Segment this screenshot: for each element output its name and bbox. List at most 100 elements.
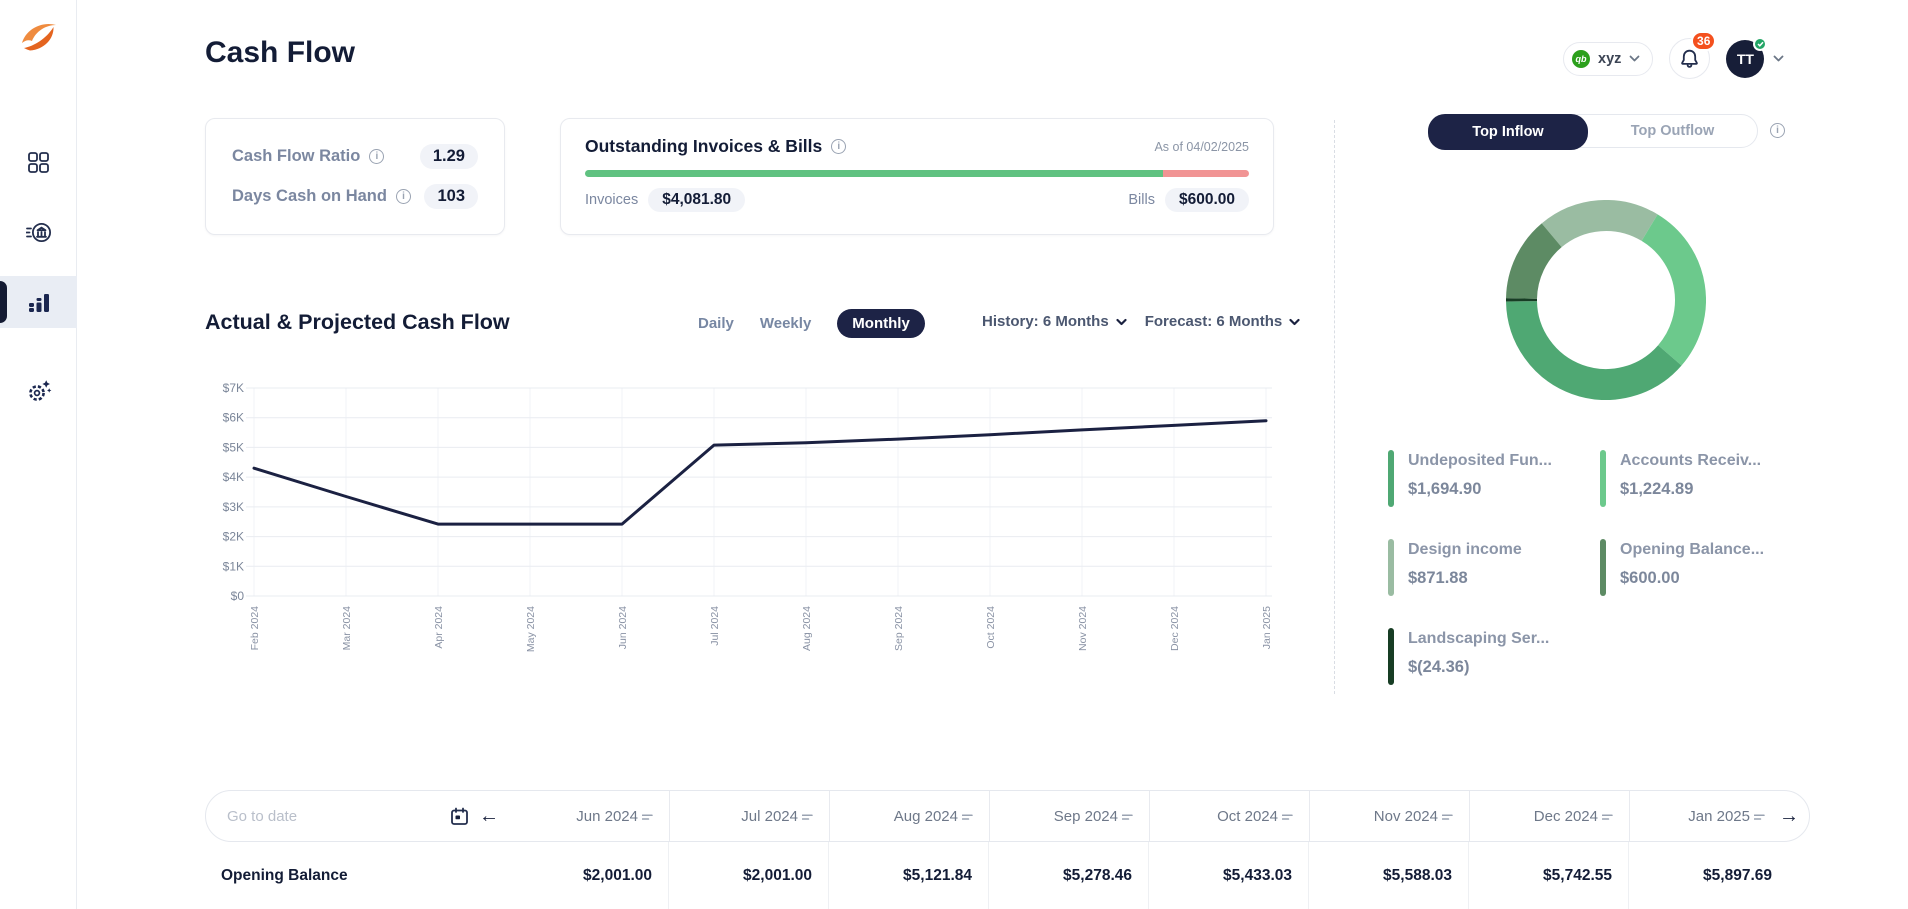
info-icon[interactable] (1770, 123, 1785, 138)
x-axis-tick: Oct 2024 (985, 606, 997, 649)
y-axis-tick: $2K (223, 530, 244, 544)
table-cell: $5,588.03 (1308, 842, 1468, 909)
bills-group: Bills $600.00 (1128, 188, 1249, 212)
table-cell: $5,897.69 (1628, 842, 1810, 909)
user-menu[interactable]: TT (1726, 40, 1784, 78)
tab-monthly[interactable]: Monthly (837, 309, 925, 338)
arrow-left-icon: ← (479, 806, 499, 826)
y-axis-tick: $1K (223, 559, 244, 573)
column-header-label: Jun 2024 (576, 808, 638, 825)
table-cell: $2,001.00 (508, 842, 668, 909)
info-icon[interactable] (831, 139, 846, 154)
previous-months-button[interactable]: ← (479, 806, 499, 826)
section-title: Actual & Projected Cash Flow (205, 310, 510, 335)
cash-flow-table-header: ← Jun 2024 Jul 2024 Aug 2024 Sep 2024 Oct 20… (205, 790, 1810, 842)
column-header[interactable]: Oct 2024 (1149, 791, 1309, 841)
legend-color-bar (1388, 628, 1394, 685)
legend-color-bar (1388, 539, 1394, 596)
column-header-label: Dec 2024 (1534, 808, 1598, 825)
column-filter-icon (1442, 813, 1453, 822)
page-title: Cash Flow (205, 36, 355, 70)
column-header[interactable]: Jul 2024 (669, 791, 829, 841)
legend-label: Landscaping Ser... (1408, 630, 1549, 648)
tab-weekly[interactable]: Weekly (760, 315, 811, 332)
notification-count-badge: 36 (1691, 31, 1716, 51)
y-axis-tick: $4K (223, 470, 244, 484)
sidebar-item-banking[interactable] (0, 206, 77, 258)
legend-item: Undeposited Fun...$1,694.90 (1388, 450, 1600, 507)
chevron-down-icon (1289, 318, 1300, 326)
tab-daily[interactable]: Daily (698, 315, 734, 332)
bank-icon (26, 221, 52, 244)
legend-value: $871.88 (1408, 569, 1522, 588)
x-axis-tick: Dec 2024 (1169, 606, 1181, 651)
bar-chart-icon (27, 290, 51, 314)
goto-date-input[interactable] (225, 807, 440, 826)
kpi-value: 1.29 (420, 144, 478, 169)
toggle-top-inflow[interactable]: Top Inflow (1428, 114, 1588, 150)
column-header[interactable]: Aug 2024 (829, 791, 989, 841)
chevron-down-icon (1773, 55, 1784, 62)
legend-label: Opening Balance... (1620, 541, 1764, 559)
range-controls: History: 6 Months Forecast: 6 Months (982, 313, 1300, 330)
bills-progress (1163, 170, 1249, 177)
info-icon[interactable] (396, 189, 411, 204)
inflow-outflow-toggle: Top Inflow Top Outflow (1428, 114, 1758, 148)
bell-icon (1679, 48, 1700, 69)
vertical-divider (1334, 120, 1335, 694)
brand-logo (17, 16, 61, 60)
header-actions: qb xyz 36 TT (1563, 38, 1784, 79)
avatar-initials: TT (1737, 51, 1754, 67)
notifications-button[interactable]: 36 (1669, 38, 1710, 79)
column-filter-icon (1754, 813, 1765, 822)
kpi-card: Cash Flow Ratio 1.29 Days Cash on Hand 1… (205, 118, 505, 235)
column-filter-icon (962, 813, 973, 822)
donut-segment (1552, 215, 1650, 235)
column-header[interactable]: Nov 2024 (1309, 791, 1469, 841)
legend-label: Design income (1408, 541, 1522, 559)
column-header[interactable]: Sep 2024 (989, 791, 1149, 841)
toggle-top-outflow[interactable]: Top Outflow (1588, 115, 1757, 147)
column-header[interactable]: Jun 2024 (509, 791, 669, 841)
invoices-group: Invoices $4,081.80 (585, 188, 745, 212)
next-months-button[interactable]: → (1779, 806, 1799, 826)
sidebar-item-settings[interactable] (0, 366, 77, 418)
avatar: TT (1726, 40, 1764, 78)
goto-date-cell: ← (206, 791, 509, 841)
column-header-label: Jul 2024 (741, 808, 798, 825)
y-axis-tick: $6K (223, 411, 244, 425)
column-header[interactable]: Jan 2025 → (1629, 791, 1811, 841)
table-row-opening-balance: Opening Balance $2,001.00$2,001.00$5,121… (205, 842, 1810, 909)
column-header-label: Jan 2025 (1688, 808, 1750, 825)
period-tabs: Daily Weekly Monthly (698, 309, 925, 338)
sidebar-item-dashboard[interactable] (0, 136, 77, 188)
invoices-bills-progress-bar (585, 170, 1249, 177)
table-cell: $5,433.03 (1148, 842, 1308, 909)
calendar-button[interactable] (450, 807, 469, 826)
legend-label: Accounts Receiv... (1620, 452, 1761, 470)
column-filter-icon (1602, 813, 1613, 822)
history-dropdown[interactable]: History: 6 Months (982, 313, 1127, 330)
x-axis-tick: May 2024 (525, 606, 537, 652)
sidebar-item-cash-flow[interactable] (0, 276, 77, 328)
table-cell: $5,121.84 (828, 842, 988, 909)
donut-segment (1650, 228, 1691, 356)
column-filter-icon (1282, 813, 1293, 822)
column-header[interactable]: Dec 2024 (1469, 791, 1629, 841)
column-header-label: Oct 2024 (1217, 808, 1278, 825)
column-header-label: Nov 2024 (1374, 808, 1438, 825)
column-header-label: Sep 2024 (1054, 808, 1118, 825)
kpi-row-cash-flow-ratio: Cash Flow Ratio 1.29 (232, 144, 478, 169)
row-label: Opening Balance (205, 842, 508, 909)
cash-flow-line-chart: $7K$6K$5K$4K$3K$2K$1K$0Feb 2024Mar 2024A… (200, 376, 1280, 668)
forecast-dropdown[interactable]: Forecast: 6 Months (1145, 313, 1301, 330)
cash-flow-line (254, 421, 1266, 524)
info-icon[interactable] (369, 149, 384, 164)
org-switcher[interactable]: qb xyz (1563, 42, 1653, 76)
x-axis-tick: Feb 2024 (249, 606, 261, 651)
legend-value: $1,694.90 (1408, 480, 1552, 499)
column-header-label: Aug 2024 (894, 808, 958, 825)
kpi-row-days-cash-on-hand: Days Cash on Hand 103 (232, 184, 478, 209)
donut-legend: Undeposited Fun...$1,694.90 Accounts Rece… (1388, 450, 1818, 685)
top-inflow-donut-chart (1506, 200, 1706, 400)
